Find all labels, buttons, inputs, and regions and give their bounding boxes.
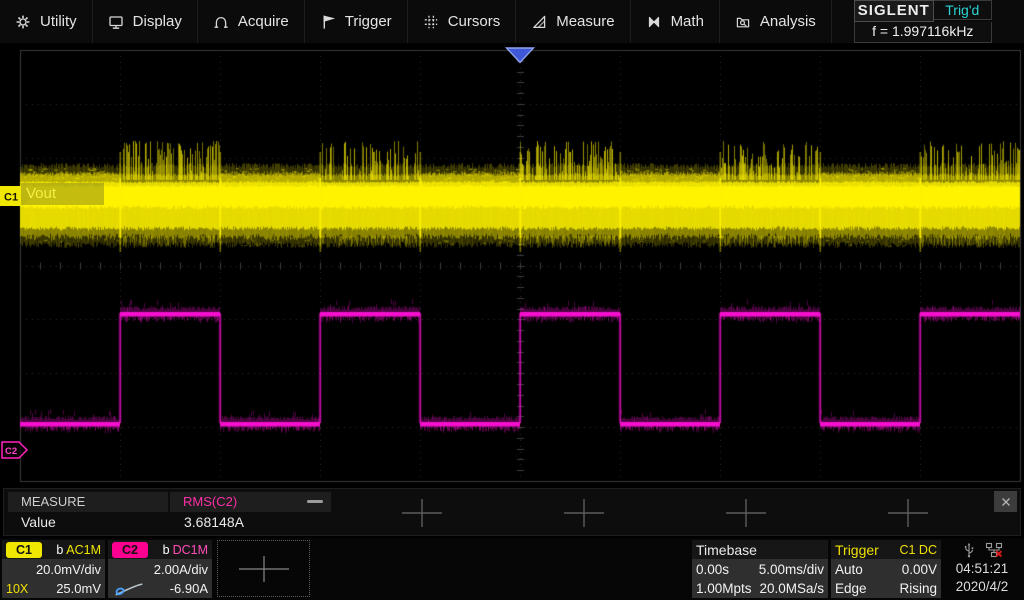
c1-coupling: AC1M xyxy=(66,543,101,557)
c2-channel-marker[interactable]: C2 xyxy=(1,441,29,459)
add-measurement-icon[interactable] xyxy=(562,498,606,528)
menu-display-label: Display xyxy=(133,13,182,30)
c1-probe-attenuation: 10X xyxy=(6,582,28,596)
menu-utility[interactable]: Utility xyxy=(0,0,93,43)
measure-value-row-label: Value xyxy=(21,514,56,530)
remove-measurement-icon[interactable] xyxy=(307,500,323,503)
measure-slot-1-label: RMS(C2) xyxy=(183,494,237,509)
math-icon xyxy=(646,14,662,30)
clock-date: 2020/4/2 xyxy=(942,578,1022,596)
c1-offset: 25.0mV xyxy=(56,581,101,596)
c1-bwl-badge: b xyxy=(56,543,63,557)
frequency-counter-readout: f = 1.997116kHz xyxy=(854,22,992,43)
menu-trigger-label: Trigger xyxy=(345,13,392,30)
c2-tab[interactable]: C2 xyxy=(112,542,148,558)
c1-tab[interactable]: C1 xyxy=(6,542,42,558)
timebase-scale: 5.00ms/div xyxy=(759,562,824,577)
trigger-type: Edge xyxy=(835,581,867,596)
waveform-plot-area: C1 Vout C2 xyxy=(0,47,1024,485)
trigger-status-badge: Trig'd xyxy=(934,0,992,20)
analysis-icon xyxy=(735,14,751,30)
menu-display[interactable]: Display xyxy=(93,0,198,43)
clock-panel: 04:51:21 2020/4/2 xyxy=(942,540,1022,598)
channel-c2-panel[interactable]: C2 bDC1M 2.00A/div -6.90A xyxy=(108,540,212,598)
display-icon xyxy=(108,14,124,30)
trigger-source-coupling: C1 DC xyxy=(899,543,937,557)
c1-user-label: Vout xyxy=(21,183,104,205)
siglent-logo: SIGLENT xyxy=(854,0,934,22)
flag-icon xyxy=(320,14,336,30)
lan-disconnected-icon xyxy=(985,542,1003,558)
usb-icon xyxy=(962,542,976,558)
menu-measure-label: Measure xyxy=(556,13,614,30)
menu-acquire-label: Acquire xyxy=(238,13,289,30)
timebase-delay: 0.00s xyxy=(696,562,729,577)
waveform-canvas[interactable] xyxy=(0,47,1024,485)
menu-trigger[interactable]: Trigger xyxy=(305,0,408,43)
add-measurement-icon[interactable] xyxy=(724,498,768,528)
measure-slot-1[interactable]: RMS(C2) xyxy=(170,492,331,512)
gear-icon xyxy=(15,14,31,30)
oscilloscope-screen: Utility Display Acquire Trigger Cursors xyxy=(0,0,1024,600)
close-measure-bar-button[interactable] xyxy=(994,491,1017,512)
measure-value: 3.68148A xyxy=(184,514,244,530)
top-menu-bar: Utility Display Acquire Trigger Cursors xyxy=(0,0,1024,45)
timebase-sample-rate: 20.0MSa/s xyxy=(759,581,824,596)
close-icon xyxy=(999,495,1013,509)
trigger-title: Trigger xyxy=(835,542,879,558)
svg-text:C2: C2 xyxy=(5,446,17,457)
brand-status-box: SIGLENT Trig'd f = 1.997116kHz xyxy=(854,0,992,43)
cursors-icon xyxy=(423,14,439,30)
c2-scale: 2.00A/div xyxy=(154,562,208,577)
measure-title: MEASURE xyxy=(8,492,168,512)
trigger-level: 0.00V xyxy=(902,562,937,577)
menu-math-label: Math xyxy=(671,13,704,30)
menu-analysis[interactable]: Analysis xyxy=(720,0,832,43)
menu-analysis-label: Analysis xyxy=(760,13,816,30)
menu-measure[interactable]: Measure xyxy=(516,0,630,43)
timebase-memory: 1.00Mpts xyxy=(696,581,752,596)
trigger-mode: Auto xyxy=(835,562,863,577)
svg-text:C1: C1 xyxy=(4,192,18,204)
c2-coupling: DC1M xyxy=(173,543,208,557)
channel-c1-panel[interactable]: C1 bAC1M 20.0mV/div 10X 25.0mV xyxy=(2,540,105,598)
clock-time: 04:51:21 xyxy=(942,560,1022,578)
menu-cursors-label: Cursors xyxy=(448,13,501,30)
add-measurement-icon[interactable] xyxy=(400,498,444,528)
timebase-panel[interactable]: Timebase 0.00s 5.00ms/div 1.00Mpts 20.0MSa… xyxy=(692,540,828,598)
menu-acquire[interactable]: Acquire xyxy=(198,0,305,43)
menu-math[interactable]: Math xyxy=(631,0,720,43)
acquire-icon xyxy=(213,14,229,30)
c2-bwl-badge: b xyxy=(163,543,170,557)
timebase-title: Timebase xyxy=(696,542,757,558)
trigger-position-marker[interactable] xyxy=(504,47,536,64)
trigger-panel[interactable]: Trigger C1 DC Auto 0.00V Edge Rising xyxy=(831,540,941,598)
bottom-status-bar: C1 bAC1M 20.0mV/div 10X25.0mV C2 bDC1M 2… xyxy=(0,538,1024,600)
crosshair-icon xyxy=(236,554,292,584)
measure-bar: MEASURE RMS(C2) Value 3.68148A xyxy=(3,488,1021,536)
add-channel-slot[interactable] xyxy=(217,540,310,597)
add-measurement-icon[interactable] xyxy=(886,498,930,528)
menu-cursors[interactable]: Cursors xyxy=(408,0,517,43)
menu-utility-label: Utility xyxy=(40,13,77,30)
current-probe-icon xyxy=(112,581,146,597)
trigger-slope: Rising xyxy=(899,581,937,596)
c2-offset: -6.90A xyxy=(170,581,208,596)
c1-scale: 20.0mV/div xyxy=(36,562,101,577)
measure-icon xyxy=(531,14,547,30)
